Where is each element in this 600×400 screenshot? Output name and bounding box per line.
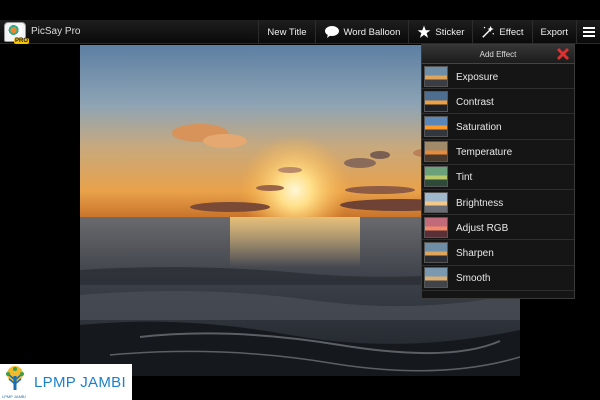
app-logo-badge: PRO	[13, 38, 29, 44]
effect-item-label: Saturation	[456, 121, 502, 133]
effect-item-label: Tint	[456, 172, 473, 184]
effect-list: Exposure Contrast Saturation Temperature…	[422, 64, 574, 291]
sticker-button[interactable]: Sticker	[408, 20, 472, 44]
star-icon	[417, 25, 431, 38]
watermark-caption: LPMP JAMBI	[2, 394, 26, 399]
sharpen-thumbnail-icon	[424, 241, 448, 263]
temperature-thumbnail-icon	[424, 141, 448, 163]
exposure-thumbnail-icon	[424, 65, 448, 87]
overflow-menu-button[interactable]	[576, 20, 600, 44]
export-button[interactable]: Export	[531, 20, 576, 44]
speech-bubble-icon	[324, 26, 339, 38]
hamburger-menu-icon	[582, 27, 595, 37]
sticker-label: Sticker	[435, 26, 465, 38]
tint-thumbnail-icon	[424, 166, 448, 188]
effect-item-label: Exposure	[456, 71, 499, 83]
add-effect-panel: Add Effect Exposure Contrast Saturation …	[421, 44, 575, 299]
watermark-text: LPMP JAMBI	[34, 373, 126, 391]
effect-item-saturation[interactable]: Saturation	[422, 114, 574, 140]
contrast-thumbnail-icon	[424, 90, 448, 112]
word-balloon-label: Word Balloon	[343, 26, 401, 38]
effect-item-label: Smooth	[456, 273, 491, 285]
effect-item-label: Sharpen	[456, 247, 494, 259]
effect-item-label: Temperature	[456, 147, 513, 159]
effect-item-label: Adjust RGB	[456, 222, 509, 234]
effect-button[interactable]: Effect	[472, 20, 531, 44]
word-balloon-button[interactable]: Word Balloon	[314, 20, 409, 44]
magic-wand-icon	[482, 25, 495, 38]
close-icon[interactable]	[556, 47, 570, 61]
effect-item-temperature[interactable]: Temperature	[422, 140, 574, 165]
effect-item-label: Contrast	[456, 96, 494, 108]
effect-item-contrast[interactable]: Contrast	[422, 89, 574, 115]
lpmp-tree-logo-icon: LPMP JAMBI	[0, 364, 30, 400]
effect-item-brightness[interactable]: Brightness	[422, 190, 574, 216]
saturation-thumbnail-icon	[424, 115, 448, 137]
new-title-button[interactable]: New Title	[258, 20, 314, 44]
brightness-thumbnail-icon	[424, 191, 448, 213]
effect-item-smooth[interactable]: Smooth	[422, 266, 574, 291]
effect-item-adjust-rgb[interactable]: Adjust RGB	[422, 215, 574, 241]
panel-header: Add Effect	[422, 45, 574, 64]
top-action-bar: PRO PicSay Pro New Title Word Balloon St…	[0, 20, 600, 44]
export-label: Export	[540, 26, 568, 38]
adjust-rgb-thumbnail-icon	[424, 216, 448, 238]
effect-item-sharpen[interactable]: Sharpen	[422, 240, 574, 266]
smooth-thumbnail-icon	[424, 267, 448, 289]
app-title: PicSay Pro	[31, 26, 81, 37]
app-logo-icon[interactable]: PRO	[4, 22, 29, 44]
toolbar: New Title Word Balloon Sticker Effect Ex…	[258, 20, 600, 44]
effect-item-exposure[interactable]: Exposure	[422, 64, 574, 90]
effect-item-label: Brightness	[456, 197, 504, 209]
watermark-logo: LPMP JAMBI LPMP JAMBI	[0, 364, 132, 400]
new-title-label: New Title	[267, 26, 307, 38]
effect-item-tint[interactable]: Tint	[422, 165, 574, 190]
panel-title: Add Effect	[479, 50, 517, 59]
effect-label: Effect	[499, 26, 524, 38]
